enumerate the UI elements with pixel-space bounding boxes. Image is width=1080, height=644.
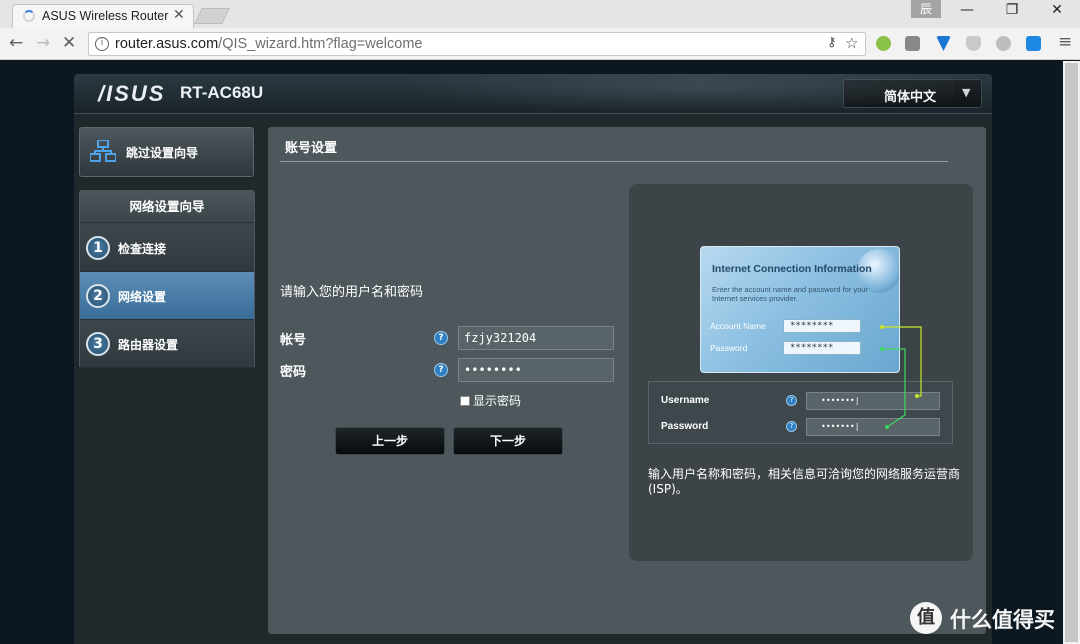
card-title: Internet Connection Information — [712, 263, 872, 275]
show-password-label: 显示密码 — [473, 394, 522, 408]
card-description: Enter the account name and password for … — [712, 285, 868, 303]
address-bar[interactable]: i router.asus.com/QIS_wizard.htm?flag=we… — [88, 32, 866, 56]
language-select[interactable]: 简体中文 ▼ — [843, 79, 982, 108]
v-ext-icon[interactable] — [936, 36, 951, 51]
example-help-icon: ? — [786, 395, 797, 406]
key-icon[interactable]: ⚷ — [827, 35, 837, 50]
title-divider — [280, 161, 948, 162]
watermark: 值 什么值得买 — [908, 600, 1080, 636]
example-help-icon: ? — [786, 421, 797, 432]
example-form: Username ? •••••••| Password ? •••••••| — [648, 381, 953, 444]
step-router-settings[interactable]: 3 路由器设置 — [80, 320, 254, 368]
prev-button[interactable]: 上一步 — [335, 427, 445, 455]
step-network-settings[interactable]: 2 网络设置 — [80, 272, 254, 320]
url-path: /QIS_wizard.htm?flag=welcome — [218, 36, 423, 52]
forward-button[interactable]: → — [36, 33, 50, 53]
show-password-checkbox[interactable]: 显示密码 — [460, 392, 521, 409]
tab-title: ASUS Wireless Router R — [42, 9, 170, 23]
profile-button[interactable]: 辰 — [911, 0, 941, 18]
example-password-label: Password — [661, 421, 709, 432]
account-label: 帐号 — [280, 333, 307, 348]
skip-wizard-label: 跳过设置向导 — [126, 146, 199, 160]
password-help-icon[interactable]: ? — [434, 363, 448, 377]
account-help-icon[interactable]: ? — [434, 331, 448, 345]
step-check-connection[interactable]: 1 检查连接 — [80, 224, 254, 272]
password-label: 密码 — [280, 365, 307, 380]
asus-logo: /ISUS — [98, 81, 166, 106]
step-number-icon: 3 — [86, 332, 110, 356]
network-icon — [90, 140, 116, 162]
watermark-logo-icon: 值 — [910, 602, 942, 634]
mail-ext-icon[interactable] — [905, 36, 920, 51]
shield-ext-icon[interactable] — [966, 36, 981, 51]
router-header: /ISUS RT-AC68U 简体中文 ▼ — [74, 74, 992, 114]
card-password-field: ******** — [783, 341, 861, 355]
caret-down-icon: ▼ — [962, 86, 971, 99]
router-page: /ISUS RT-AC68U 简体中文 ▼ 跳过设置向导 网络设置向导 1 检查… — [0, 61, 1080, 644]
stop-button[interactable]: ✕ — [62, 33, 76, 53]
close-window-button[interactable]: ✕ — [1034, 2, 1080, 18]
reference-note: 输入用户名称和密码，相关信息可洽询您的网络服务运营商 (ISP)。 — [648, 467, 961, 496]
step-number-icon: 1 — [86, 236, 110, 260]
example-username-label: Username — [661, 395, 710, 406]
language-label: 简体中文 — [884, 90, 937, 105]
watermark-text: 什么值得买 — [950, 608, 1055, 632]
password-input[interactable]: •••••••• — [458, 358, 614, 382]
cloud-ext-icon[interactable] — [996, 36, 1011, 51]
step-label: 检查连接 — [118, 242, 167, 256]
page-title: 账号设置 — [285, 141, 338, 156]
menu-icon[interactable]: ≡ — [1058, 32, 1072, 52]
minimize-button[interactable]: — — [944, 2, 990, 18]
wizard-menu: 网络设置向导 1 检查连接 2 网络设置 3 路由器设置 — [79, 190, 255, 368]
bookmark-star-icon[interactable]: ☆ — [845, 34, 858, 52]
example-password-field: •••••••| — [806, 418, 940, 436]
step-label: 网络设置 — [118, 290, 167, 304]
skip-wizard-button[interactable]: 跳过设置向导 — [79, 127, 254, 177]
back-button[interactable]: ← — [9, 33, 23, 53]
scrollbar[interactable] — [1063, 61, 1080, 644]
tab-close-icon[interactable]: ✕ — [173, 7, 185, 23]
isp-info-card: Internet Connection Information Enter th… — [700, 246, 900, 373]
instruction-text: 请输入您的用户名和密码 — [280, 285, 424, 300]
card-account-label: Account Name — [710, 321, 766, 331]
reference-panel: Internet Connection Information Enter th… — [629, 184, 973, 561]
new-tab-button[interactable] — [194, 8, 230, 24]
card-password-label: Password — [710, 343, 748, 353]
card-account-field: ******** — [783, 319, 861, 333]
url-text: router.asus.com/QIS_wizard.htm?flag=welc… — [115, 36, 422, 52]
example-username-field: •••••••| — [806, 392, 940, 410]
info-icon[interactable]: i — [95, 37, 109, 51]
next-button[interactable]: 下一步 — [453, 427, 563, 455]
url-host: router.asus.com — [115, 36, 219, 52]
step-number-icon: 2 — [86, 284, 110, 308]
s-ext-icon[interactable] — [1026, 36, 1041, 51]
scrollbar-thumb[interactable] — [1065, 63, 1078, 642]
checkbox-icon[interactable] — [460, 396, 470, 406]
browser-tabstrip: ASUS Wireless Router R ✕ 辰 — ❐ ✕ — [0, 0, 1080, 28]
browser-tab[interactable]: ASUS Wireless Router R ✕ — [12, 4, 194, 28]
wizard-title: 网络设置向导 — [80, 191, 254, 223]
content-panel: 账号设置 请输入您的用户名和密码 帐号 ? fzjy321204 密码 ? ••… — [268, 127, 986, 634]
router-frame: /ISUS RT-AC68U 简体中文 ▼ 跳过设置向导 网络设置向导 1 检查… — [74, 74, 992, 644]
account-input[interactable]: fzjy321204 — [458, 326, 614, 350]
loading-spinner-icon — [23, 10, 35, 22]
circle-ext-icon[interactable] — [876, 36, 891, 51]
step-label: 路由器设置 — [118, 338, 179, 352]
model-name: RT-AC68U — [180, 83, 264, 102]
browser-toolbar: ← → ✕ i router.asus.com/QIS_wizard.htm?f… — [0, 28, 1080, 60]
maximize-button[interactable]: ❐ — [989, 2, 1035, 18]
